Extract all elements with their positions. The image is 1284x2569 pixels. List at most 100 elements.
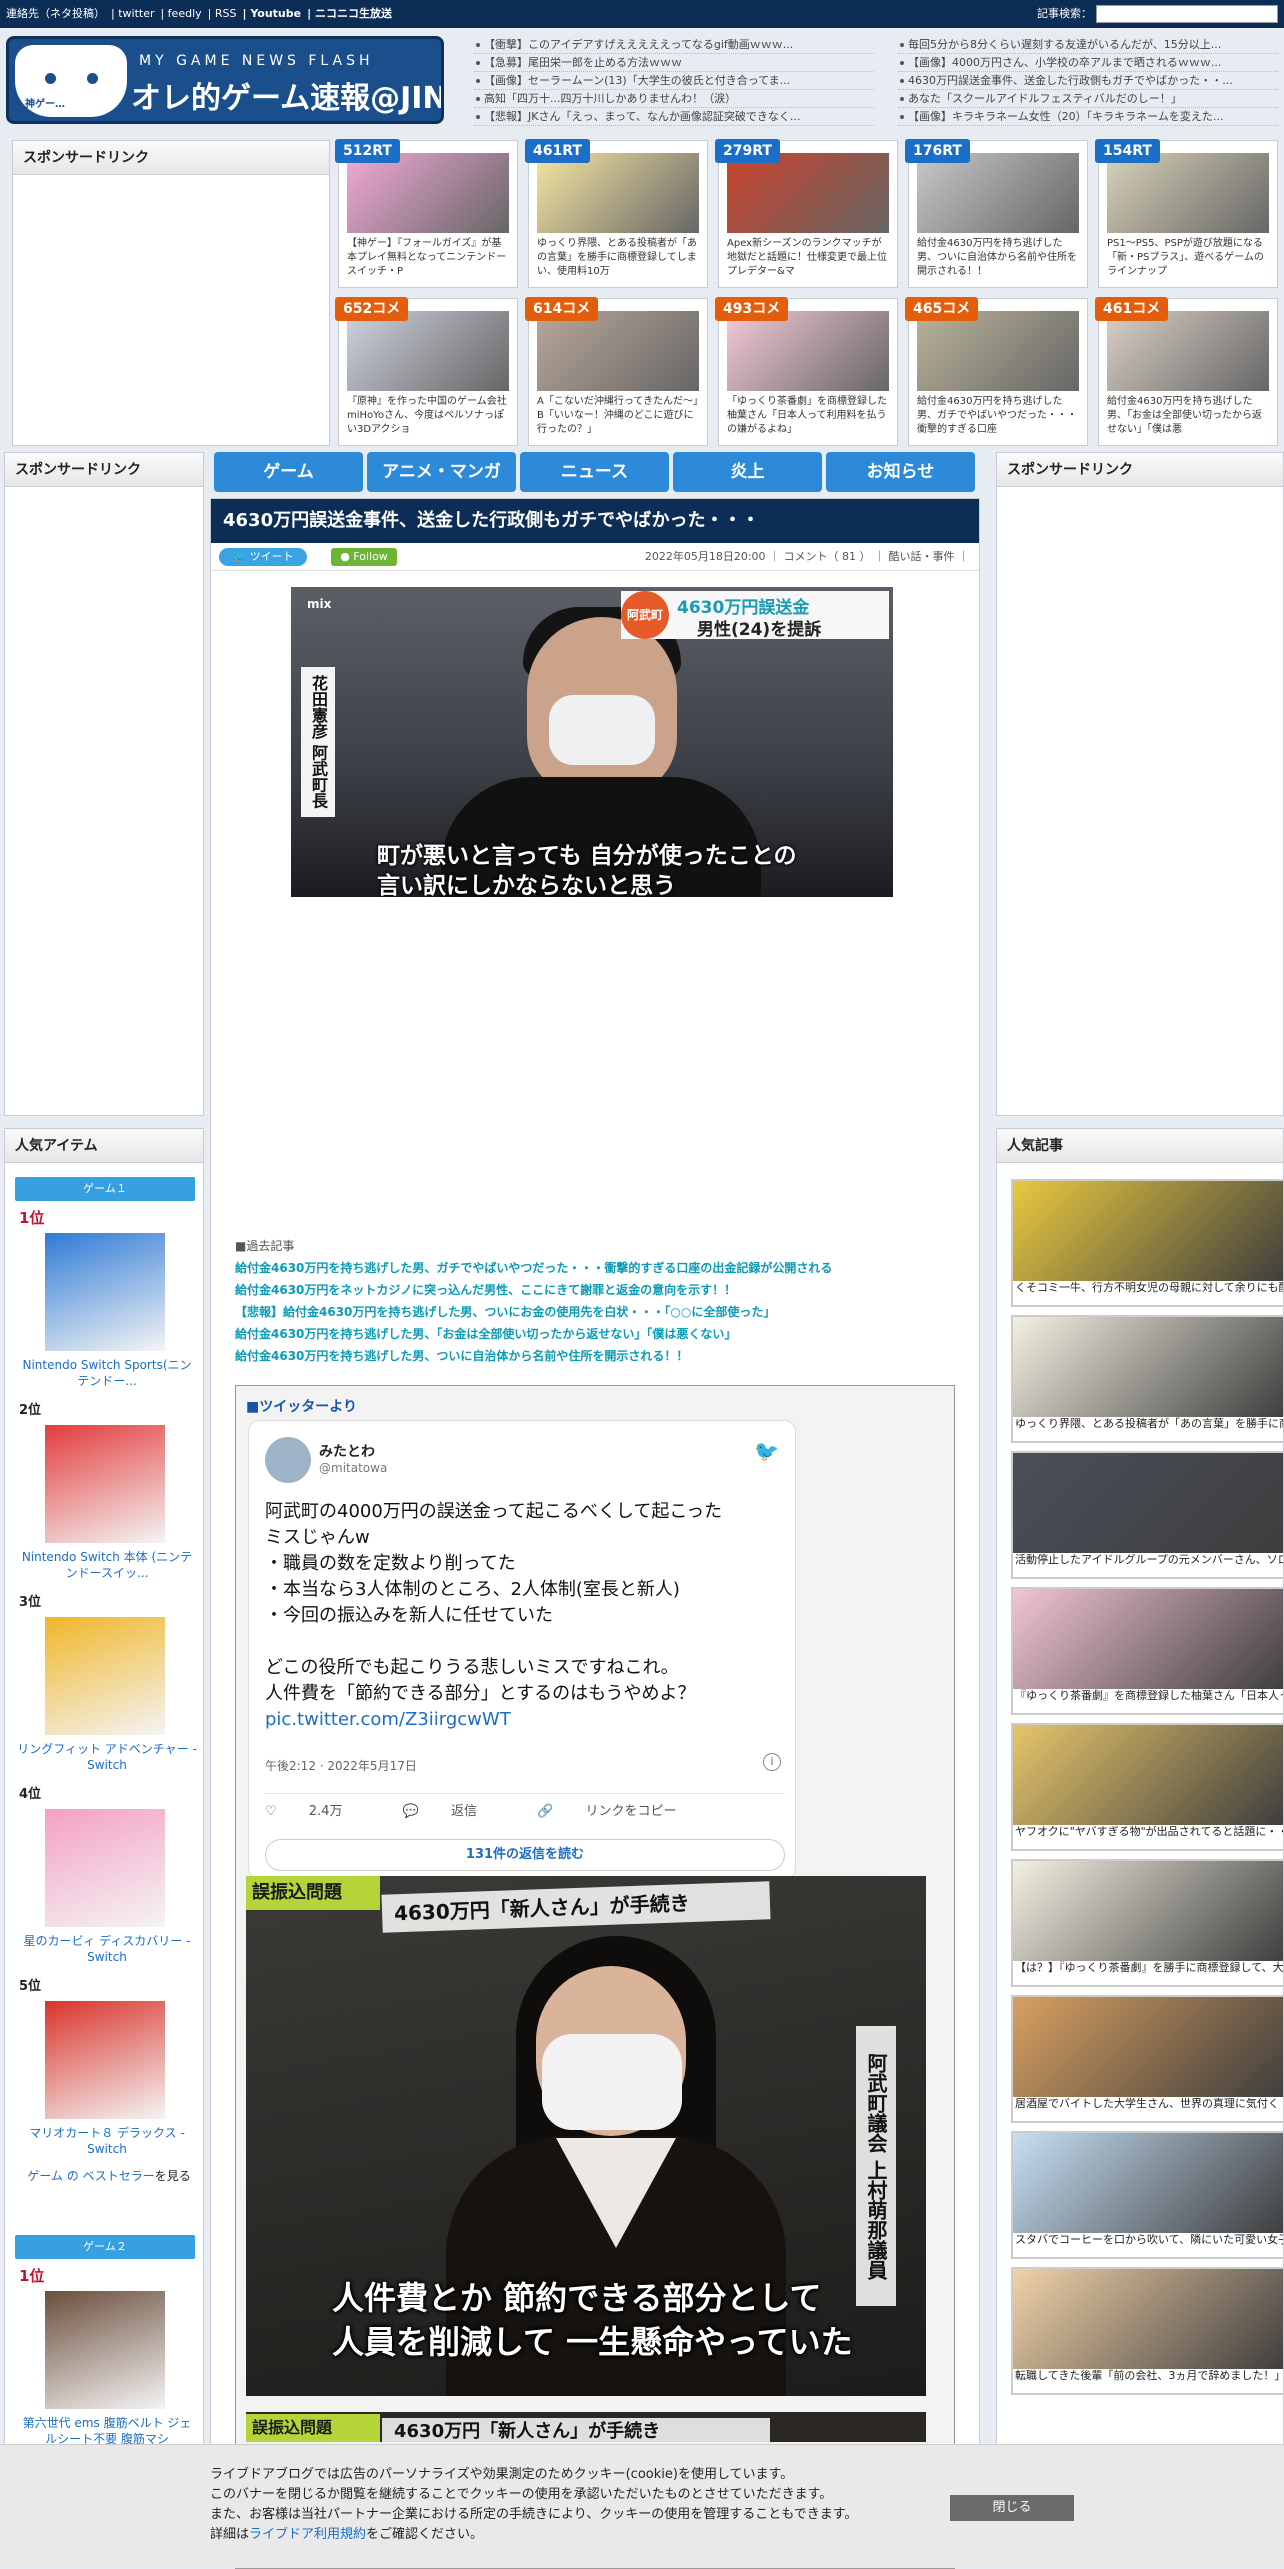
thumbnail-image[interactable] [537, 153, 699, 233]
thumbnail-image[interactable] [347, 311, 509, 391]
thumbnail-image[interactable] [727, 153, 889, 233]
product-name-link[interactable]: マリオカート８ デラックス - Switch [17, 2125, 197, 2157]
ranking-thumbnail[interactable]: 493コメ 「ゆっくり茶番劇」を商標登録した柚葉さん「日本人って利用料を払うの嫌が… [715, 297, 898, 446]
popular-article-image[interactable] [1013, 2269, 1283, 2369]
ranking-thumbnail[interactable]: 652コメ 『原神』を作った中国のゲーム会社miHoYoさん、今度はペルソナっぽい… [335, 297, 518, 446]
twitter-bird-icon[interactable]: 🐦 [754, 1439, 779, 1463]
thumbnail-caption[interactable]: 『原神』を作った中国のゲーム会社miHoYoさん、今度はペルソナっぽい3Dアクシ… [347, 395, 511, 439]
product-image[interactable] [45, 1617, 165, 1735]
popular-article-title[interactable]: ゆっくり界隈、とある投稿者が「あの言葉」を勝手に商標登録してしまい、使用料10万… [1015, 1417, 1283, 1431]
thumbnail-image[interactable] [917, 311, 1079, 391]
bestseller-link[interactable]: ゲーム の ベストセラー [27, 2169, 155, 2183]
thumbnail-caption[interactable]: 【神ゲー】『フォールガイズ』が基本プレイ無料となってニンテンドースイッチ・P [347, 237, 511, 281]
news-link[interactable]: 【急募】尾田栄一郎を止める方法ｗｗｗ [474, 54, 874, 72]
product-name-link[interactable]: Nintendo Switch Sports(ニンテンドー... [17, 1357, 197, 1389]
nav-tab-anime[interactable]: アニメ・マンガ [367, 452, 516, 492]
product-image[interactable] [45, 1809, 165, 1927]
embedded-tweet[interactable]: みたとわ @mitatowa 🐦 阿武町の4000万円の誤送金って起こるべくして… [248, 1420, 796, 1880]
thumbnail-image[interactable] [917, 153, 1079, 233]
cookie-close-button[interactable]: 閉じる [950, 2495, 1074, 2521]
product-name-link[interactable]: 第六世代 ems 腹筋ベルト ジェルシート不要 腹筋マシ [17, 2415, 197, 2447]
popular-article[interactable]: 転職してきた後輩「前の会社、3ヵ月で辞めました！」上司「どうして？」→辞めた理由… [1011, 2267, 1283, 2395]
niconico-link[interactable]: | ニコニコ生放送 [307, 7, 392, 20]
reply-button[interactable]: 💬 返信 [403, 1804, 505, 1819]
nav-tab-news[interactable]: ニュース [520, 452, 669, 492]
popular-article[interactable]: 居酒屋でバイトした大学生さん、世界の真理に気付く「めっちゃ一生懸命働いたけど全然… [1011, 1995, 1283, 2123]
popular-article-title[interactable]: 居酒屋でバイトした大学生さん、世界の真理に気付く「めっちゃ一生懸命働いたけど全然… [1015, 2097, 1283, 2111]
popular-article-image[interactable] [1013, 1589, 1283, 1689]
ranking-thumbnail[interactable]: 461RT ゆっくり界隈、とある投稿者が「あの言葉」を勝手に商標登録してしまい、使… [525, 139, 708, 288]
product-image[interactable] [45, 2291, 165, 2409]
product-name-link[interactable]: Nintendo Switch 本体 (ニンテンドースイッ... [17, 1549, 197, 1581]
tweet-pic-link[interactable]: pic.twitter.com/Z3iirgcwWT [265, 1707, 785, 1733]
nav-tab-game[interactable]: ゲーム [214, 452, 363, 492]
thumbnail-image[interactable] [537, 311, 699, 391]
news-link[interactable]: 【衝撃】このアイデアすげえええええってなるgif動画ｗｗｗ... [474, 36, 874, 54]
rss-link[interactable]: | RSS [208, 7, 237, 20]
popular-article-image[interactable] [1013, 2133, 1283, 2233]
info-icon[interactable]: i [763, 1753, 781, 1771]
popular-article[interactable]: ヤフオクに"ヤバすぎる物"が出品されてると話題に・・・「これはアカンやつ」「なん… [1011, 1723, 1283, 1851]
thumbnail-caption[interactable]: ゆっくり界隈、とある投稿者が「あの言葉」を勝手に商標登録してしまい、使用料10万 [537, 237, 701, 281]
thumbnail-image[interactable] [1107, 311, 1269, 391]
popular-article[interactable]: 『ゆっくり茶番劇』を商標登録した柚葉さん「日本人って利用料を払うの嫌がるよね」「… [1011, 1587, 1283, 1715]
news-link[interactable]: 【画像】キラキラネーム女性（20）「キラキラネームを変えた... [898, 108, 1278, 126]
popular-article-image[interactable] [1013, 1453, 1283, 1553]
past-article-link[interactable]: 【悲報】給付金4630万円を持ち逃げした男、ついにお金の使用先を白状・・・「○○… [235, 1301, 955, 1323]
popular-article-title[interactable]: スタバでコーヒーを口から吹いて、隣にいた可愛い女子の服を汚してしまう→償いとして… [1015, 2233, 1283, 2247]
ranking-thumbnail[interactable]: 176RT 給付金4630万円を持ち逃げした男、ついに自治体から名前や住所を開示さ… [905, 139, 1088, 288]
thumbnail-caption[interactable]: 「ゆっくり茶番劇」を商標登録した柚葉さん「日本人って利用料を払うの嫌がるよね」 [727, 395, 891, 439]
site-logo[interactable]: 神ゲー… MY GAME NEWS FLASH オレ的ゲーム速報@JIN [6, 36, 444, 124]
news-link[interactable]: 【画像】セーラームーン(13)「大学生の彼氏と付き合ってま... [474, 72, 874, 90]
thumbnail-caption[interactable]: 給付金4630万円を持ち逃げした男、ついに自治体から名前や住所を開示される！！ [917, 237, 1081, 281]
past-article-link[interactable]: 給付金4630万円をネットカジノに突っ込んだ男性、ここにきて謝罪と返金の意向を示… [235, 1279, 955, 1301]
popular-article-title[interactable]: ヤフオクに"ヤバすぎる物"が出品されてると話題に・・・「これはアカンやつ」「なん… [1015, 1825, 1283, 1839]
popular-article[interactable]: 【は？】『ゆっくり茶番劇』を勝手に商標登録して、大問題になった投稿者さん、ガチで… [1011, 1859, 1283, 1987]
follow-button[interactable]: ● Follow [331, 548, 397, 566]
product-image[interactable] [45, 1233, 165, 1351]
ranking-thumbnail[interactable]: 279RT Apex新シーズンのランクマッチが地獄だと話題に！仕様変更で最上位プレ… [715, 139, 898, 288]
tweet-button[interactable]: 🐦 ツイート [219, 548, 307, 566]
read-replies-button[interactable]: 131件の返信を読む [265, 1839, 785, 1871]
tweet-timestamp[interactable]: 午後2:12 · 2022年5月17日 [265, 1757, 417, 1774]
copy-link-button[interactable]: 🔗 リンクをコピー [537, 1804, 704, 1819]
search-input[interactable] [1096, 5, 1278, 23]
past-article-link[interactable]: 給付金4630万円を持ち逃げした男、「お金は全部使い切ったから返せない」「僕は悪… [235, 1323, 955, 1345]
popular-article[interactable]: スタバでコーヒーを口から吹いて、隣にいた可愛い女子の服を汚してしまう→償いとして… [1011, 2131, 1283, 2259]
past-article-link[interactable]: 給付金4630万円を持ち逃げした男、ついに自治体から名前や住所を開示される！！ [235, 1345, 955, 1367]
thumbnail-caption[interactable]: PS1～PS5、PSPが遊び放題になる「新・PSプラス」、遊べるゲームのラインナ… [1107, 237, 1271, 281]
avatar[interactable] [265, 1437, 311, 1483]
thumbnail-caption[interactable]: A「こないだ沖縄行ってきたんだ～」B「いいなー！沖縄のどこに遊びに行ったの？」 [537, 395, 701, 439]
tweet-author-handle[interactable]: @mitatowa [319, 1461, 387, 1475]
tweet-author-name[interactable]: みたとわ [319, 1441, 375, 1461]
popular-article-image[interactable] [1013, 1725, 1283, 1825]
product-image[interactable] [45, 2001, 165, 2119]
popular-article[interactable]: 活動停止したアイドルグループの元メンバーさん、ソロデビューMVのラストで衝撃発表… [1011, 1451, 1283, 1579]
ranking-thumbnail[interactable]: 461コメ 給付金4630万円を持ち逃げした男、「お金は全部使い切ったから返せない… [1095, 297, 1278, 446]
terms-link[interactable]: ライブドア利用規約 [249, 2527, 366, 2542]
thumbnail-caption[interactable]: 給付金4630万円を持ち逃げした男、「お金は全部使い切ったから返せない」「僕は悪 [1107, 395, 1271, 439]
product-name-link[interactable]: リングフィット アドベンチャー -Switch [17, 1741, 197, 1773]
popular-article[interactable]: ゆっくり界隈、とある投稿者が「あの言葉」を勝手に商標登録してしまい、使用料10万… [1011, 1315, 1283, 1443]
product-image[interactable] [45, 1425, 165, 1543]
popular-article-image[interactable] [1013, 1861, 1283, 1961]
popular-article-image[interactable] [1013, 1181, 1283, 1281]
news-link[interactable]: 毎回5分から8分くらい遅刻する友達がいるんだが、15分以上... [898, 36, 1278, 54]
like-button[interactable]: ♡ 2.4万 [265, 1804, 370, 1819]
news-link[interactable]: 【画像】4000万円さん、小学校の卒アルまで晒されるｗｗｗ... [898, 54, 1278, 72]
nav-tab-info[interactable]: お知らせ [826, 452, 975, 492]
nav-tab-enjo[interactable]: 炎上 [673, 452, 822, 492]
ranking-thumbnail[interactable]: 614コメ A「こないだ沖縄行ってきたんだ～」B「いいなー！沖縄のどこに遊びに行っ… [525, 297, 708, 446]
contact-link[interactable]: 連絡先（ネタ投稿） [6, 7, 105, 20]
thumbnail-caption[interactable]: Apex新シーズンのランクマッチが地獄だと話題に！仕様変更で最上位プレデター&マ [727, 237, 891, 281]
twitter-link[interactable]: | twitter [111, 7, 154, 20]
ranking-thumbnail[interactable]: 154RT PS1～PS5、PSPが遊び放題になる「新・PSプラス」、遊べるゲーム… [1095, 139, 1278, 288]
thumbnail-image[interactable] [727, 311, 889, 391]
ranking-thumbnail[interactable]: 465コメ 給付金4630万円を持ち逃げした男、ガチでやばいやつだった・・・衝撃的… [905, 297, 1088, 446]
popular-article-image[interactable] [1013, 1997, 1283, 2097]
past-article-link[interactable]: 給付金4630万円を持ち逃げした男、ガチでやばいやつだった・・・衝撃的すぎる口座… [235, 1257, 955, 1279]
popular-article[interactable]: くそコミ一牛、行方不明女児の母親に対して余りにも酷すぎる誹謗中傷を行う [1011, 1179, 1283, 1307]
ranking-thumbnail[interactable]: 512RT 【神ゲー】『フォールガイズ』が基本プレイ無料となってニンテンドースイッ… [335, 139, 518, 288]
news-link[interactable]: 高知「四万十...四万十川しかありませんわ！（涙） [474, 90, 874, 108]
thumbnail-image[interactable] [347, 153, 509, 233]
